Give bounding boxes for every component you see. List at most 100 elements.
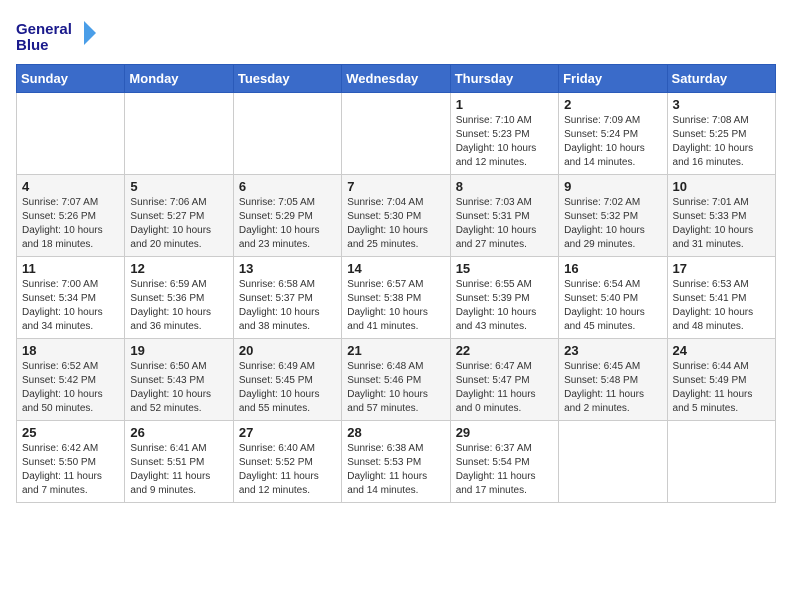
day-number: 16 (564, 261, 661, 276)
calendar-cell (17, 93, 125, 175)
day-info: Sunrise: 7:00 AM Sunset: 5:34 PM Dayligh… (22, 278, 119, 334)
week-row-2: 11 Sunrise: 7:00 AM Sunset: 5:34 PM Dayli… (17, 257, 776, 339)
day-info: Sunrise: 7:08 AM Sunset: 5:25 PM Dayligh… (673, 114, 770, 170)
day-number: 7 (347, 179, 444, 194)
day-number: 26 (130, 425, 227, 440)
day-info: Sunrise: 6:59 AM Sunset: 5:36 PM Dayligh… (130, 278, 227, 334)
day-number: 25 (22, 425, 119, 440)
week-row-0: 1 Sunrise: 7:10 AM Sunset: 5:23 PM Daylig… (17, 93, 776, 175)
day-number: 14 (347, 261, 444, 276)
calendar-cell (233, 93, 341, 175)
day-number: 28 (347, 425, 444, 440)
calendar-cell: 16Sunrise: 6:54 AM Sunset: 5:40 PM Dayli… (559, 257, 667, 339)
calendar-cell: 19 Sunrise: 6:50 AM Sunset: 5:43 PM Dayli… (125, 339, 233, 421)
day-number: 2 (564, 97, 661, 112)
day-info: Sunrise: 6:37 AM Sunset: 5:54 PM Dayligh… (456, 442, 553, 498)
day-number: 15 (456, 261, 553, 276)
header-sunday: Sunday (17, 65, 125, 93)
day-info: Sunrise: 6:48 AM Sunset: 5:46 PM Dayligh… (347, 360, 444, 416)
calendar-cell: 11 Sunrise: 7:00 AM Sunset: 5:34 PM Dayli… (17, 257, 125, 339)
calendar-cell: 29Sunrise: 6:37 AM Sunset: 5:54 PM Dayli… (450, 421, 558, 503)
calendar-cell: 23Sunrise: 6:45 AM Sunset: 5:48 PM Dayli… (559, 339, 667, 421)
day-number: 6 (239, 179, 336, 194)
week-row-1: 4 Sunrise: 7:07 AM Sunset: 5:26 PM Daylig… (17, 175, 776, 257)
day-info: Sunrise: 6:52 AM Sunset: 5:42 PM Dayligh… (22, 360, 119, 416)
svg-text:Blue: Blue (16, 37, 49, 54)
calendar-cell: 2 Sunrise: 7:09 AM Sunset: 5:24 PM Daylig… (559, 93, 667, 175)
calendar-cell: 10 Sunrise: 7:01 AM Sunset: 5:33 PM Dayli… (667, 175, 775, 257)
header: General Blue (16, 16, 776, 56)
day-info: Sunrise: 6:40 AM Sunset: 5:52 PM Dayligh… (239, 442, 336, 498)
calendar-cell (559, 421, 667, 503)
day-info: Sunrise: 6:45 AM Sunset: 5:48 PM Dayligh… (564, 360, 661, 416)
day-number: 4 (22, 179, 119, 194)
day-number: 21 (347, 343, 444, 358)
day-number: 3 (673, 97, 770, 112)
day-number: 8 (456, 179, 553, 194)
calendar-cell: 28Sunrise: 6:38 AM Sunset: 5:53 PM Dayli… (342, 421, 450, 503)
day-number: 17 (673, 261, 770, 276)
calendar-cell: 26 Sunrise: 6:41 AM Sunset: 5:51 PM Dayli… (125, 421, 233, 503)
day-info: Sunrise: 7:05 AM Sunset: 5:29 PM Dayligh… (239, 196, 336, 252)
header-wednesday: Wednesday (342, 65, 450, 93)
day-info: Sunrise: 6:55 AM Sunset: 5:39 PM Dayligh… (456, 278, 553, 334)
calendar-cell (125, 93, 233, 175)
day-number: 27 (239, 425, 336, 440)
day-number: 10 (673, 179, 770, 194)
logo-svg: General Blue (16, 16, 96, 56)
day-info: Sunrise: 7:09 AM Sunset: 5:24 PM Dayligh… (564, 114, 661, 170)
calendar-cell: 6 Sunrise: 7:05 AM Sunset: 5:29 PM Daylig… (233, 175, 341, 257)
calendar-table: SundayMondayTuesdayWednesdayThursdayFrid… (16, 64, 776, 503)
calendar-cell: 27 Sunrise: 6:40 AM Sunset: 5:52 PM Dayli… (233, 421, 341, 503)
day-number: 19 (130, 343, 227, 358)
header-tuesday: Tuesday (233, 65, 341, 93)
logo: General Blue (16, 16, 96, 56)
calendar-cell: 9 Sunrise: 7:02 AM Sunset: 5:32 PM Daylig… (559, 175, 667, 257)
day-info: Sunrise: 6:57 AM Sunset: 5:38 PM Dayligh… (347, 278, 444, 334)
day-number: 13 (239, 261, 336, 276)
day-info: Sunrise: 6:58 AM Sunset: 5:37 PM Dayligh… (239, 278, 336, 334)
calendar-cell: 12Sunrise: 6:59 AM Sunset: 5:36 PM Dayli… (125, 257, 233, 339)
day-info: Sunrise: 6:53 AM Sunset: 5:41 PM Dayligh… (673, 278, 770, 334)
calendar-cell: 17 Sunrise: 6:53 AM Sunset: 5:41 PM Dayli… (667, 257, 775, 339)
week-row-3: 18 Sunrise: 6:52 AM Sunset: 5:42 PM Dayli… (17, 339, 776, 421)
calendar-cell: 18 Sunrise: 6:52 AM Sunset: 5:42 PM Dayli… (17, 339, 125, 421)
calendar-cell: 25 Sunrise: 6:42 AM Sunset: 5:50 PM Dayli… (17, 421, 125, 503)
day-info: Sunrise: 7:07 AM Sunset: 5:26 PM Dayligh… (22, 196, 119, 252)
header-thursday: Thursday (450, 65, 558, 93)
calendar-cell: 21 Sunrise: 6:48 AM Sunset: 5:46 PM Dayli… (342, 339, 450, 421)
day-info: Sunrise: 7:06 AM Sunset: 5:27 PM Dayligh… (130, 196, 227, 252)
day-info: Sunrise: 7:03 AM Sunset: 5:31 PM Dayligh… (456, 196, 553, 252)
day-number: 11 (22, 261, 119, 276)
calendar-cell: 20Sunrise: 6:49 AM Sunset: 5:45 PM Dayli… (233, 339, 341, 421)
calendar-cell: 8 Sunrise: 7:03 AM Sunset: 5:31 PM Daylig… (450, 175, 558, 257)
header-friday: Friday (559, 65, 667, 93)
calendar-cell: 1 Sunrise: 7:10 AM Sunset: 5:23 PM Daylig… (450, 93, 558, 175)
day-info: Sunrise: 6:50 AM Sunset: 5:43 PM Dayligh… (130, 360, 227, 416)
day-info: Sunrise: 6:44 AM Sunset: 5:49 PM Dayligh… (673, 360, 770, 416)
day-info: Sunrise: 7:02 AM Sunset: 5:32 PM Dayligh… (564, 196, 661, 252)
calendar-cell: 4 Sunrise: 7:07 AM Sunset: 5:26 PM Daylig… (17, 175, 125, 257)
day-info: Sunrise: 6:41 AM Sunset: 5:51 PM Dayligh… (130, 442, 227, 498)
day-info: Sunrise: 6:42 AM Sunset: 5:50 PM Dayligh… (22, 442, 119, 498)
calendar-cell: 14 Sunrise: 6:57 AM Sunset: 5:38 PM Dayli… (342, 257, 450, 339)
calendar-cell: 13 Sunrise: 6:58 AM Sunset: 5:37 PM Dayli… (233, 257, 341, 339)
week-row-4: 25 Sunrise: 6:42 AM Sunset: 5:50 PM Dayli… (17, 421, 776, 503)
calendar-cell: 7 Sunrise: 7:04 AM Sunset: 5:30 PM Daylig… (342, 175, 450, 257)
day-number: 22 (456, 343, 553, 358)
day-info: Sunrise: 7:04 AM Sunset: 5:30 PM Dayligh… (347, 196, 444, 252)
calendar-cell: 15 Sunrise: 6:55 AM Sunset: 5:39 PM Dayli… (450, 257, 558, 339)
calendar-cell: 24Sunrise: 6:44 AM Sunset: 5:49 PM Dayli… (667, 339, 775, 421)
day-number: 1 (456, 97, 553, 112)
day-info: Sunrise: 7:10 AM Sunset: 5:23 PM Dayligh… (456, 114, 553, 170)
header-saturday: Saturday (667, 65, 775, 93)
day-number: 18 (22, 343, 119, 358)
calendar-cell: 22Sunrise: 6:47 AM Sunset: 5:47 PM Dayli… (450, 339, 558, 421)
day-number: 5 (130, 179, 227, 194)
calendar-cell (667, 421, 775, 503)
day-info: Sunrise: 7:01 AM Sunset: 5:33 PM Dayligh… (673, 196, 770, 252)
calendar-cell (342, 93, 450, 175)
header-monday: Monday (125, 65, 233, 93)
day-number: 9 (564, 179, 661, 194)
day-number: 20 (239, 343, 336, 358)
